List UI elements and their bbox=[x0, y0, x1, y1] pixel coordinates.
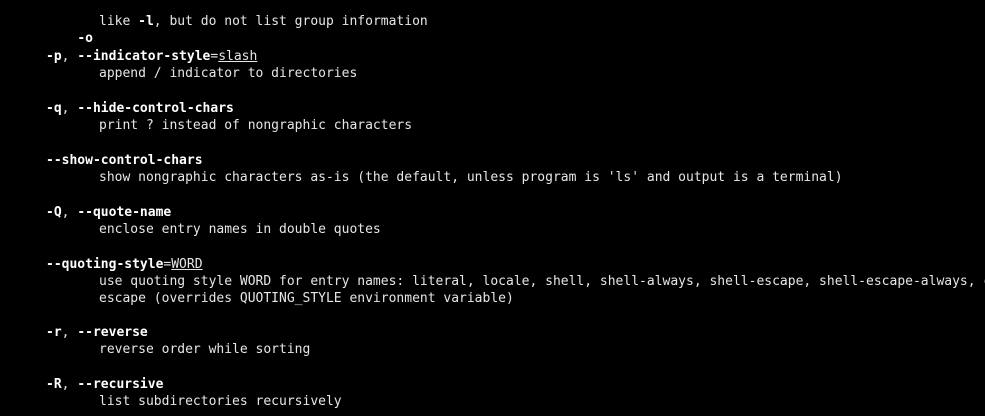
option-separator: , bbox=[61, 377, 78, 392]
option-p: -p, --indicator-style=slash bbox=[46, 48, 257, 65]
desc-bold-flag: -l bbox=[138, 14, 154, 29]
option-o-description: like -l, but do not list group informati… bbox=[99, 13, 428, 30]
option-separator: , bbox=[61, 205, 78, 220]
option-o: -o bbox=[46, 13, 93, 46]
option-long-flag: --hide-control-chars bbox=[77, 101, 234, 116]
option-flag: -o bbox=[77, 31, 93, 46]
option-p-description: append / indicator to directories bbox=[99, 66, 358, 81]
option-short-flag: -p bbox=[46, 49, 62, 64]
option-long-flag: --indicator-style bbox=[77, 49, 211, 64]
desc-text: like bbox=[99, 14, 139, 29]
option-argument: slash bbox=[218, 49, 258, 64]
option-R-description: list subdirectories recursively bbox=[99, 394, 342, 409]
option-quoting-style: --quoting-style=WORD bbox=[46, 256, 203, 273]
option-show-control-chars: --show-control-chars bbox=[46, 152, 203, 169]
option-separator: , bbox=[61, 325, 78, 340]
option-q: -q, --hide-control-chars bbox=[46, 100, 234, 117]
option-q-description: print ? instead of nongraphic characters bbox=[99, 118, 413, 133]
option-short-flag: -R bbox=[46, 377, 62, 392]
desc-text: , but do not list group information bbox=[153, 14, 428, 29]
option-Q: -Q, --quote-name bbox=[46, 204, 171, 221]
option-short-flag: -Q bbox=[46, 205, 62, 220]
option-quoting-style-description-line1: use quoting style WORD for entry names: … bbox=[99, 274, 985, 289]
option-quoting-style-description-line2: escape (overrides QUOTING_STYLE environm… bbox=[99, 291, 514, 306]
option-short-flag: -r bbox=[46, 325, 62, 340]
option-r-description: reverse order while sorting bbox=[99, 342, 311, 357]
option-long-flag: --quoting-style bbox=[46, 257, 164, 272]
option-long-flag: --recursive bbox=[77, 377, 164, 392]
option-separator: , bbox=[61, 49, 78, 64]
option-separator: , bbox=[61, 101, 78, 116]
option-show-control-chars-description: show nongraphic characters as-is (the de… bbox=[99, 170, 843, 185]
option-long-flag: --show-control-chars bbox=[46, 153, 203, 168]
option-long-flag: --quote-name bbox=[77, 205, 172, 220]
option-argument: WORD bbox=[171, 257, 203, 272]
option-r: -r, --reverse bbox=[46, 324, 148, 341]
option-short-flag: -q bbox=[46, 101, 62, 116]
terminal-man-page: -o like -l, but do not list group inform… bbox=[0, 0, 985, 416]
option-Q-description: enclose entry names in double quotes bbox=[99, 222, 381, 237]
option-R: -R, --recursive bbox=[46, 376, 163, 393]
option-long-flag: --reverse bbox=[77, 325, 148, 340]
